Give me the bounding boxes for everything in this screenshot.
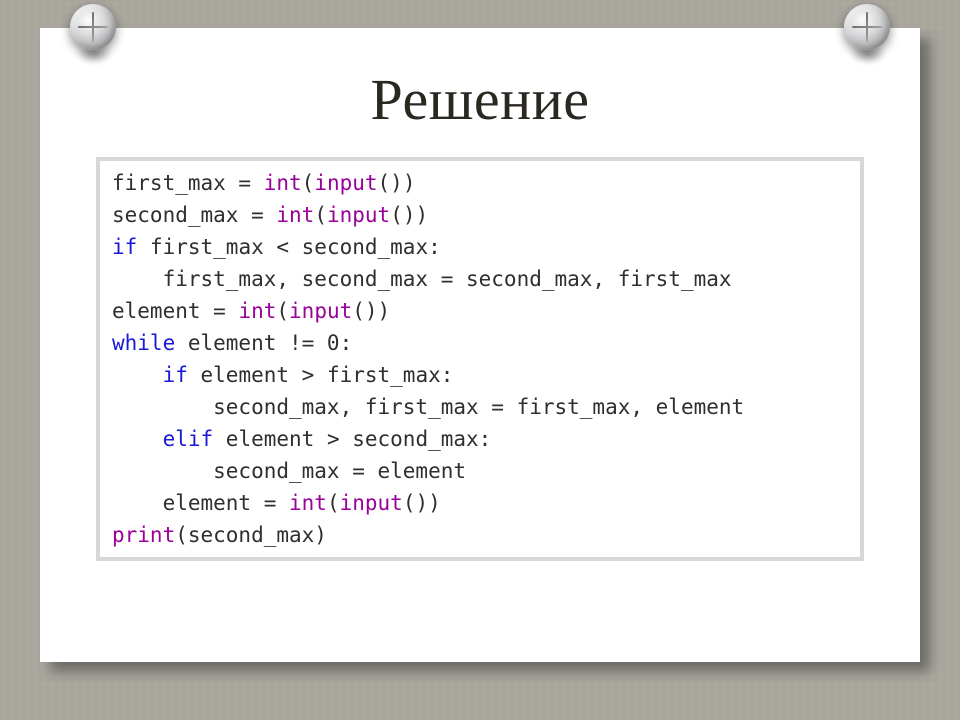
code-listing: first_max = int(input()) second_max = in… bbox=[112, 167, 848, 551]
code-builtin: int bbox=[289, 491, 327, 515]
screw-icon bbox=[70, 4, 116, 74]
slide-background: Решение first_max = int(input()) second_… bbox=[0, 0, 960, 720]
screw-head bbox=[70, 4, 116, 50]
code-text: ( bbox=[327, 491, 340, 515]
code-builtin: input bbox=[314, 171, 377, 195]
screw-icon bbox=[844, 4, 890, 74]
code-builtin: print bbox=[112, 523, 175, 547]
code-text: ( bbox=[314, 203, 327, 227]
code-text: ( bbox=[276, 299, 289, 323]
code-text: ()) bbox=[352, 299, 390, 323]
code-builtin: input bbox=[327, 203, 390, 227]
code-keyword: elif bbox=[163, 427, 214, 451]
code-text: second_max = element bbox=[112, 459, 466, 483]
code-keyword: if bbox=[163, 363, 188, 387]
code-text bbox=[112, 427, 163, 451]
code-builtin: input bbox=[289, 299, 352, 323]
code-box: first_max = int(input()) second_max = in… bbox=[96, 157, 864, 561]
slide-card: Решение first_max = int(input()) second_… bbox=[40, 28, 920, 662]
code-builtin: int bbox=[276, 203, 314, 227]
code-text: ()) bbox=[378, 171, 416, 195]
code-text: ()) bbox=[390, 203, 428, 227]
code-builtin: int bbox=[264, 171, 302, 195]
code-keyword: if bbox=[112, 235, 137, 259]
screw-head bbox=[844, 4, 890, 50]
code-text: second_max, first_max = first_max, eleme… bbox=[112, 395, 744, 419]
code-text: element = bbox=[112, 491, 289, 515]
code-text: (second_max) bbox=[175, 523, 327, 547]
code-keyword: while bbox=[112, 331, 175, 355]
code-text: ()) bbox=[403, 491, 441, 515]
slide-title: Решение bbox=[96, 66, 864, 133]
code-text: second_max = bbox=[112, 203, 276, 227]
code-text bbox=[112, 363, 163, 387]
code-text: element != 0: bbox=[175, 331, 352, 355]
code-text: first_max, second_max = second_max, firs… bbox=[112, 267, 732, 291]
code-text: element > second_max: bbox=[213, 427, 491, 451]
code-builtin: input bbox=[340, 491, 403, 515]
code-builtin: int bbox=[238, 299, 276, 323]
code-text: first_max = bbox=[112, 171, 264, 195]
code-text: ( bbox=[302, 171, 315, 195]
code-text: element = bbox=[112, 299, 238, 323]
code-text: element > first_max: bbox=[188, 363, 454, 387]
code-text: first_max < second_max: bbox=[137, 235, 440, 259]
